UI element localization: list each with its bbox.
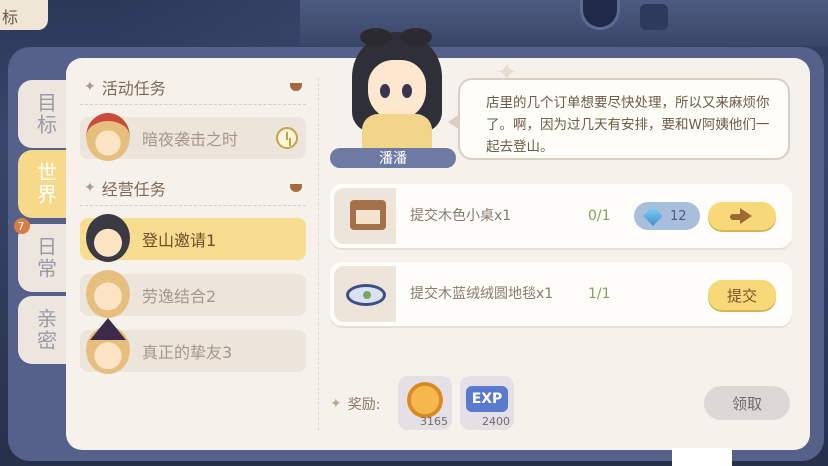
sunglasses-icon <box>360 28 434 46</box>
screen-edge-patch <box>672 448 732 466</box>
star-icon: ✦ <box>84 180 96 196</box>
background-lantern <box>640 4 668 30</box>
npc-portrait <box>338 14 456 156</box>
quest-panel: ✦ 活动任务 暗夜袭击之时 ✦ 经营任务 登山邀请1 劳逸结合2 真正的挚友3 <box>66 28 810 450</box>
divider <box>80 104 306 105</box>
quest-item-label: 暗夜袭击之时 <box>142 130 239 149</box>
exp-icon: EXP <box>466 386 508 412</box>
task-row-rug: 提交木蓝绒绒圆地毯x1 1/1 提交 <box>330 262 792 326</box>
dialogue-text: 店里的几个订单想要尽快处理，所以又来麻烦你了。啊，因为过几天有安排，要和W阿姨他… <box>486 95 770 155</box>
reward-label-text: 奖励: <box>347 397 381 413</box>
sparkle-icon: ✦ <box>496 58 518 88</box>
dialogue-bubble: 店里的几个订单想要尽快处理，所以又来麻烦你了。啊，因为过几天有安排，要和W阿姨他… <box>458 78 790 160</box>
task-row-table: 提交木色小桌x1 0/1 12 <box>330 184 792 248</box>
star-icon: ✦ <box>84 79 96 95</box>
activity-section-header[interactable]: ✦ 活动任务 <box>80 72 306 102</box>
quest-list-column: ✦ 活动任务 暗夜袭击之时 ✦ 经营任务 登山邀请1 劳逸结合2 真正的挚友3 <box>80 72 306 386</box>
submit-button[interactable]: 提交 <box>708 280 776 310</box>
task-label: 提交木色小桌x1 <box>410 208 512 224</box>
business-section-title: 经营任务 <box>101 180 166 199</box>
reward-label: ✦ 奖励: <box>330 394 380 414</box>
reward-amount: 2400 <box>482 415 510 428</box>
quest-item-climb-invite[interactable]: 登山邀请1 <box>80 214 306 262</box>
clock-icon <box>276 127 298 149</box>
collapse-icon <box>290 184 302 192</box>
activity-section-title: 活动任务 <box>101 79 166 98</box>
tab-intimacy-label: 亲密 <box>33 308 58 352</box>
tab-world-label: 世界 <box>33 162 58 206</box>
sparkle-icon: ✦ <box>330 396 342 412</box>
arrow-right-icon <box>730 208 752 224</box>
task-label: 提交木蓝绒绒圆地毯x1 <box>410 286 554 302</box>
go-button[interactable] <box>708 202 776 230</box>
table-icon <box>350 200 386 230</box>
quest-item-label: 登山邀请1 <box>142 231 217 250</box>
quest-item-true-friend[interactable]: 真正的挚友3 <box>80 318 306 374</box>
daily-badge: 7 <box>14 218 30 234</box>
avatar <box>86 214 130 262</box>
npc-face <box>368 60 426 120</box>
divider <box>80 205 306 206</box>
coin-icon <box>407 382 443 418</box>
avatar <box>86 318 130 374</box>
task-progress: 1/1 <box>588 286 611 302</box>
npc-name-plate: 潘潘 <box>330 148 456 168</box>
task-icon-frame <box>334 188 396 244</box>
rug-icon <box>346 284 386 306</box>
tab-goal-label: 目标 <box>33 92 58 136</box>
quest-item-label: 劳逸结合2 <box>142 287 217 306</box>
eye <box>402 84 412 98</box>
quest-item-label: 真正的挚友3 <box>142 343 233 362</box>
avatar <box>86 270 130 318</box>
eye <box>380 84 390 98</box>
background-corner-label: 标 <box>0 0 48 30</box>
quest-item-work-rest[interactable]: 劳逸结合2 <box>80 270 306 318</box>
task-icon-frame <box>334 266 396 322</box>
avatar <box>86 113 130 161</box>
gem-cost-value: 12 <box>670 208 687 224</box>
collapse-icon <box>290 83 302 91</box>
reward-coin[interactable]: 3165 <box>398 376 452 430</box>
reward-amount: 3165 <box>420 415 448 428</box>
witch-hat-icon <box>90 318 126 340</box>
claim-button[interactable]: 领取 <box>704 386 790 420</box>
quest-item-night-raid[interactable]: 暗夜袭击之时 <box>80 113 306 161</box>
tab-daily-label: 日常 <box>33 236 58 280</box>
gem-icon <box>643 206 663 226</box>
reward-exp[interactable]: EXP 2400 <box>460 376 514 430</box>
business-section-header[interactable]: ✦ 经营任务 <box>80 173 306 203</box>
gem-cost-pill: 12 <box>634 202 700 230</box>
column-divider <box>318 78 319 430</box>
